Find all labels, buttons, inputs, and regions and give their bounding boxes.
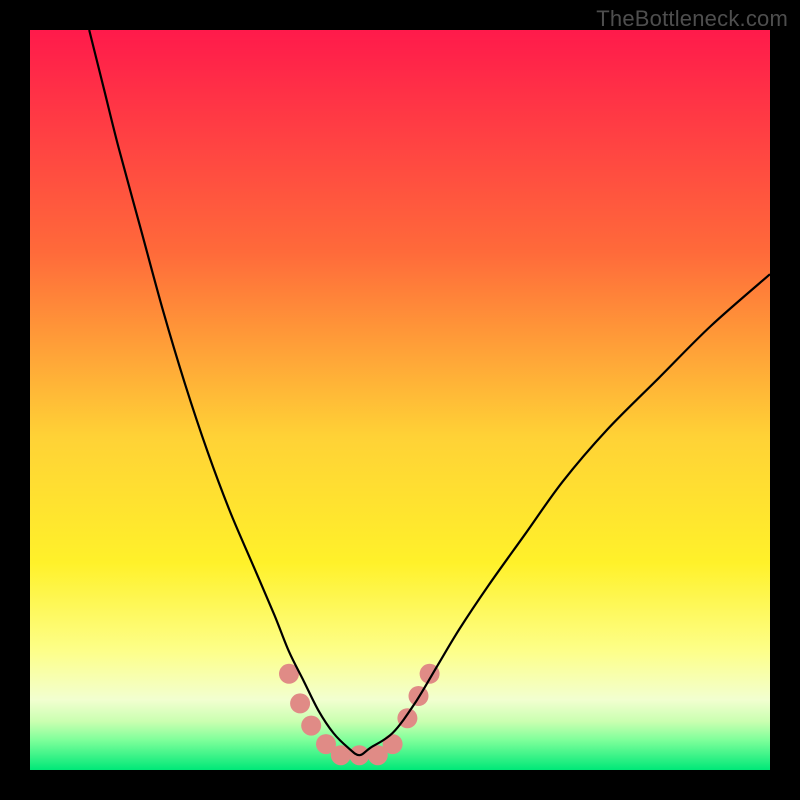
watermark-text: TheBottleneck.com [596, 6, 788, 32]
chart-plot-area [30, 30, 770, 770]
highlight-dot [290, 693, 310, 713]
highlight-dot [383, 734, 403, 754]
highlight-dot [301, 716, 321, 736]
chart-overlay [30, 30, 770, 770]
bottleneck-curve-path [89, 30, 770, 755]
